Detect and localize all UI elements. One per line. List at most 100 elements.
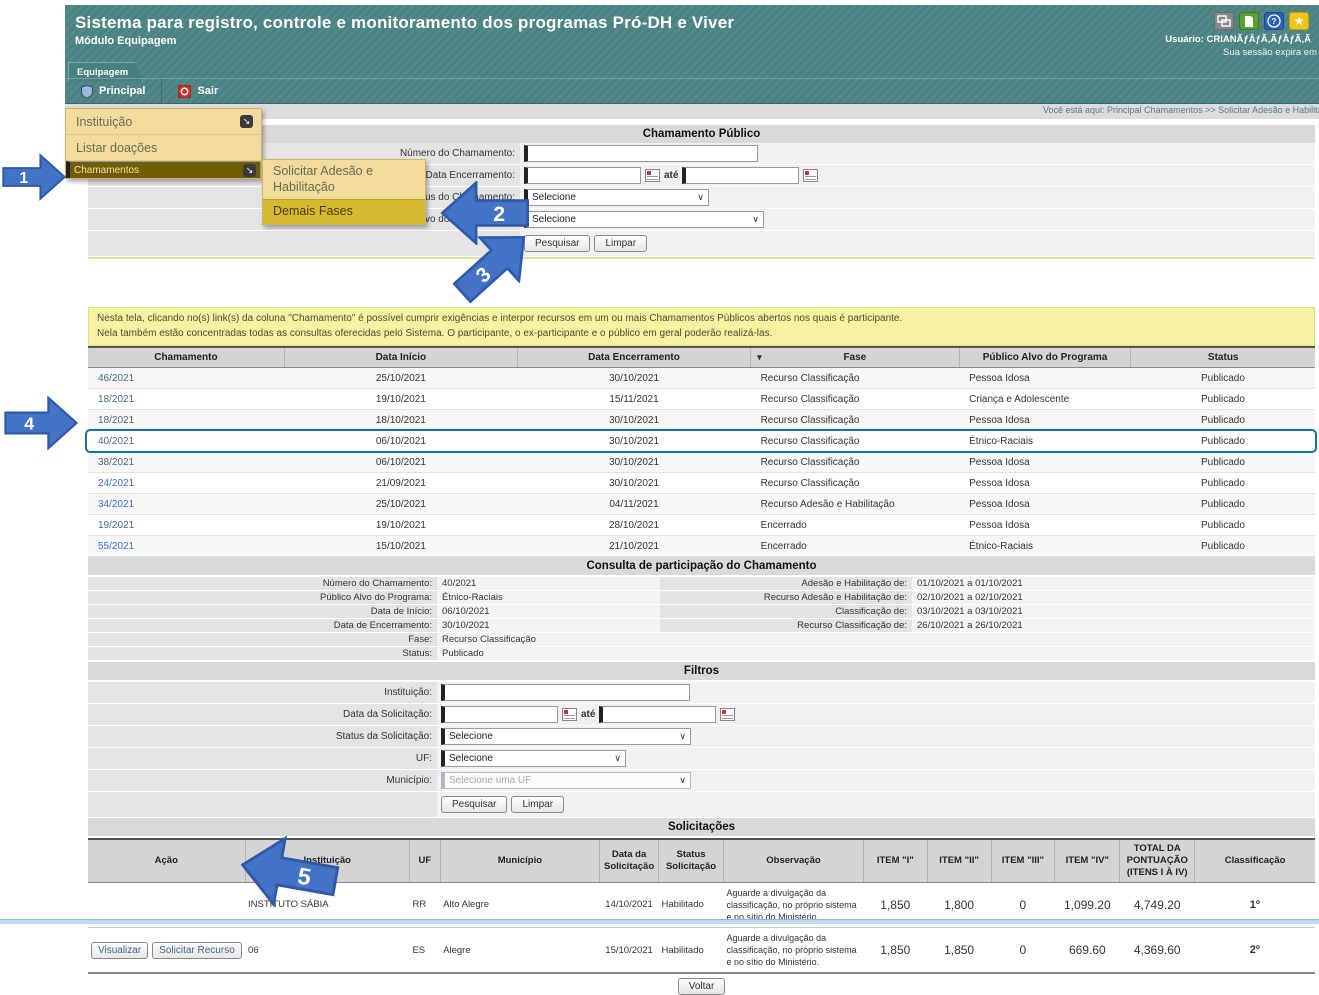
col-acao: Ação xyxy=(88,839,245,882)
chamamento-link[interactable]: 19/2021 xyxy=(98,520,134,531)
menu-item-label: Chamamentos xyxy=(74,165,139,176)
municipio-select: Selecione uma UF∨ xyxy=(441,772,691,789)
col-chamamento[interactable]: Chamamento xyxy=(88,347,284,368)
table-header-row: Chamamento Data Início Data Encerramento… xyxy=(88,347,1315,368)
table-row: 38/202106/10/202130/10/2021Recurso Class… xyxy=(88,452,1315,473)
menu-sair[interactable]: Sair xyxy=(161,79,234,103)
module-subtitle: Módulo Equipagem xyxy=(75,35,176,47)
form-row-buttons: Pesquisar Limpar xyxy=(88,231,1315,256)
limpar-button[interactable]: Limpar xyxy=(594,235,647,252)
sort-caret-icon[interactable]: ▾ xyxy=(757,352,762,363)
chamamento-link[interactable]: 55/2021 xyxy=(98,541,134,552)
publico-alvo-select[interactable]: Selecione∨ xyxy=(524,211,764,228)
col-status-solicitacao: Status Solicitação xyxy=(659,839,724,882)
status-solicitacao-label: Status da Solicitação: xyxy=(88,726,437,747)
detail-value: 01/10/2021 a 01/10/2021 xyxy=(912,577,1315,590)
col-item-4: ITEM "IV" xyxy=(1055,839,1120,882)
data-encerramento-de-input[interactable] xyxy=(524,167,641,184)
svg-text:1: 1 xyxy=(19,170,28,187)
table-row: 34/202125/10/202104/11/2021Recurso Adesã… xyxy=(88,494,1315,515)
data-solicitacao-de-input[interactable] xyxy=(441,706,558,723)
screens-icon[interactable] xyxy=(1214,12,1234,30)
col-fase-label: Fase xyxy=(843,352,866,363)
detail-value: 06/10/2021 xyxy=(437,605,660,618)
chamamento-link[interactable]: 18/2021 xyxy=(98,394,134,405)
data-solicitacao-label: Data da Solicitação: xyxy=(88,704,437,725)
filtros-pesquisar-button[interactable]: Pesquisar xyxy=(441,796,507,813)
status-solicitacao-value: Selecione xyxy=(449,731,493,742)
header-icon-bar: ? ★ xyxy=(1214,12,1309,30)
chamamento-link[interactable]: 40/2021 xyxy=(98,436,134,447)
solicitacao-row: Visualizar Solicitar Recurso 06 ES Alegr… xyxy=(88,928,1315,974)
chamamento-link[interactable]: 46/2021 xyxy=(98,373,134,384)
consulta-title: Consulta de participação do Chamamento xyxy=(88,557,1315,575)
col-publico-alvo[interactable]: Público Alvo do Programa xyxy=(959,347,1131,368)
data-solicitacao-ate-input[interactable] xyxy=(599,706,716,723)
detail-value: 02/10/2021 a 02/10/2021 xyxy=(912,591,1315,604)
main-menubar: Principal Sair xyxy=(65,78,1319,104)
status-chamamento-select[interactable]: Selecione∨ xyxy=(524,189,709,206)
ate-label: até xyxy=(581,709,595,720)
status-chamamento-value: Selecione xyxy=(532,192,576,203)
solicitar-recurso-button[interactable]: Solicitar Recurso xyxy=(152,942,242,959)
document-icon[interactable] xyxy=(1239,12,1259,30)
help-icon[interactable]: ? xyxy=(1264,12,1284,30)
col-item-2: ITEM "II" xyxy=(927,839,991,882)
nav-submenu: Solicitar Adesão e Habilitação Demais Fa… xyxy=(262,159,426,225)
info-line-2: Nela também estão concentradas todas as … xyxy=(97,327,1306,342)
filtros-limpar-button[interactable]: Limpar xyxy=(511,796,564,813)
observacao-cell: Aguarde a divulgação da classificação, n… xyxy=(724,928,864,974)
instituicao-input[interactable] xyxy=(441,684,690,701)
chamamento-link[interactable]: 34/2021 xyxy=(98,499,134,510)
menu-principal[interactable]: Principal xyxy=(65,79,161,103)
classificacao-cell: 2º xyxy=(1195,928,1315,974)
submenu-item-solicitar-adesao[interactable]: Solicitar Adesão e Habilitação xyxy=(263,160,425,199)
table-row: 18/202119/10/202115/11/2021Recurso Class… xyxy=(88,389,1315,410)
calendar-icon[interactable] xyxy=(803,169,818,182)
uf-cell: ES xyxy=(409,928,440,974)
voltar-button[interactable]: Voltar xyxy=(678,978,726,995)
detail-value: Étnico-Raciais xyxy=(437,591,660,604)
col-data-encerramento[interactable]: Data Encerramento xyxy=(517,347,750,368)
col-fase[interactable]: ▾ Fase xyxy=(751,347,960,368)
acao-cell: Visualizar Solicitar Recurso xyxy=(88,928,245,974)
uf-value: Selecione xyxy=(449,753,493,764)
col-status[interactable]: Status xyxy=(1131,347,1315,368)
consulta-section: Consulta de participação do Chamamento N… xyxy=(88,557,1315,660)
form-title: Chamamento Público xyxy=(88,125,1315,143)
item4-cell: 669.60 xyxy=(1055,928,1120,974)
breadcrumb: Você está aqui: Principal Chamamentos >>… xyxy=(1043,105,1319,115)
info-line-1: Nesta tela, clicando no(s) link(s) da co… xyxy=(97,312,1306,327)
uf-select[interactable]: Selecione∨ xyxy=(441,750,626,767)
menu-item-listar-doacoes[interactable]: Listar doações xyxy=(66,135,261,161)
data-encerramento-ate-input[interactable] xyxy=(682,167,799,184)
municipio-cell: Alegre xyxy=(440,928,600,974)
col-classificacao: Classificação xyxy=(1195,839,1315,882)
chamamento-link[interactable]: 38/2021 xyxy=(98,457,134,468)
numero-chamamento-input[interactable] xyxy=(524,145,758,162)
col-municipio: Município xyxy=(440,839,600,882)
data-cell: 15/10/2021 xyxy=(600,928,659,974)
item2-cell: 1,850 xyxy=(927,928,991,974)
uf-label: UF: xyxy=(88,748,437,769)
detail-value: Publicado xyxy=(437,647,1315,660)
calendar-icon[interactable] xyxy=(645,169,660,182)
calendar-icon[interactable] xyxy=(720,708,735,721)
chamamento-link[interactable]: 18/2021 xyxy=(98,415,134,426)
calendar-icon[interactable] xyxy=(562,708,577,721)
total-cell: 4,369.60 xyxy=(1120,928,1195,974)
municipio-value: Selecione uma UF xyxy=(449,775,531,786)
col-data-inicio[interactable]: Data Início xyxy=(284,347,517,368)
menu-item-chamamentos[interactable]: Chamamentos ↘ xyxy=(66,161,261,178)
star-icon[interactable]: ★ xyxy=(1289,12,1309,30)
chamamento-link[interactable]: 24/2021 xyxy=(98,478,134,489)
tab-label: Equipagem xyxy=(77,67,128,78)
menu-item-instituicao[interactable]: Instituição ↘ xyxy=(66,109,261,135)
visualizar-button[interactable]: Visualizar xyxy=(91,942,148,959)
menu-sair-label: Sair xyxy=(197,85,218,97)
empty-label xyxy=(88,792,437,817)
status-solicitacao-select[interactable]: Selecione∨ xyxy=(441,728,691,745)
submenu-item-demais-fases[interactable]: Demais Fases xyxy=(263,199,425,224)
menu-item-label: Listar doações xyxy=(76,141,157,155)
submenu-arrow-icon: ↘ xyxy=(240,115,253,128)
